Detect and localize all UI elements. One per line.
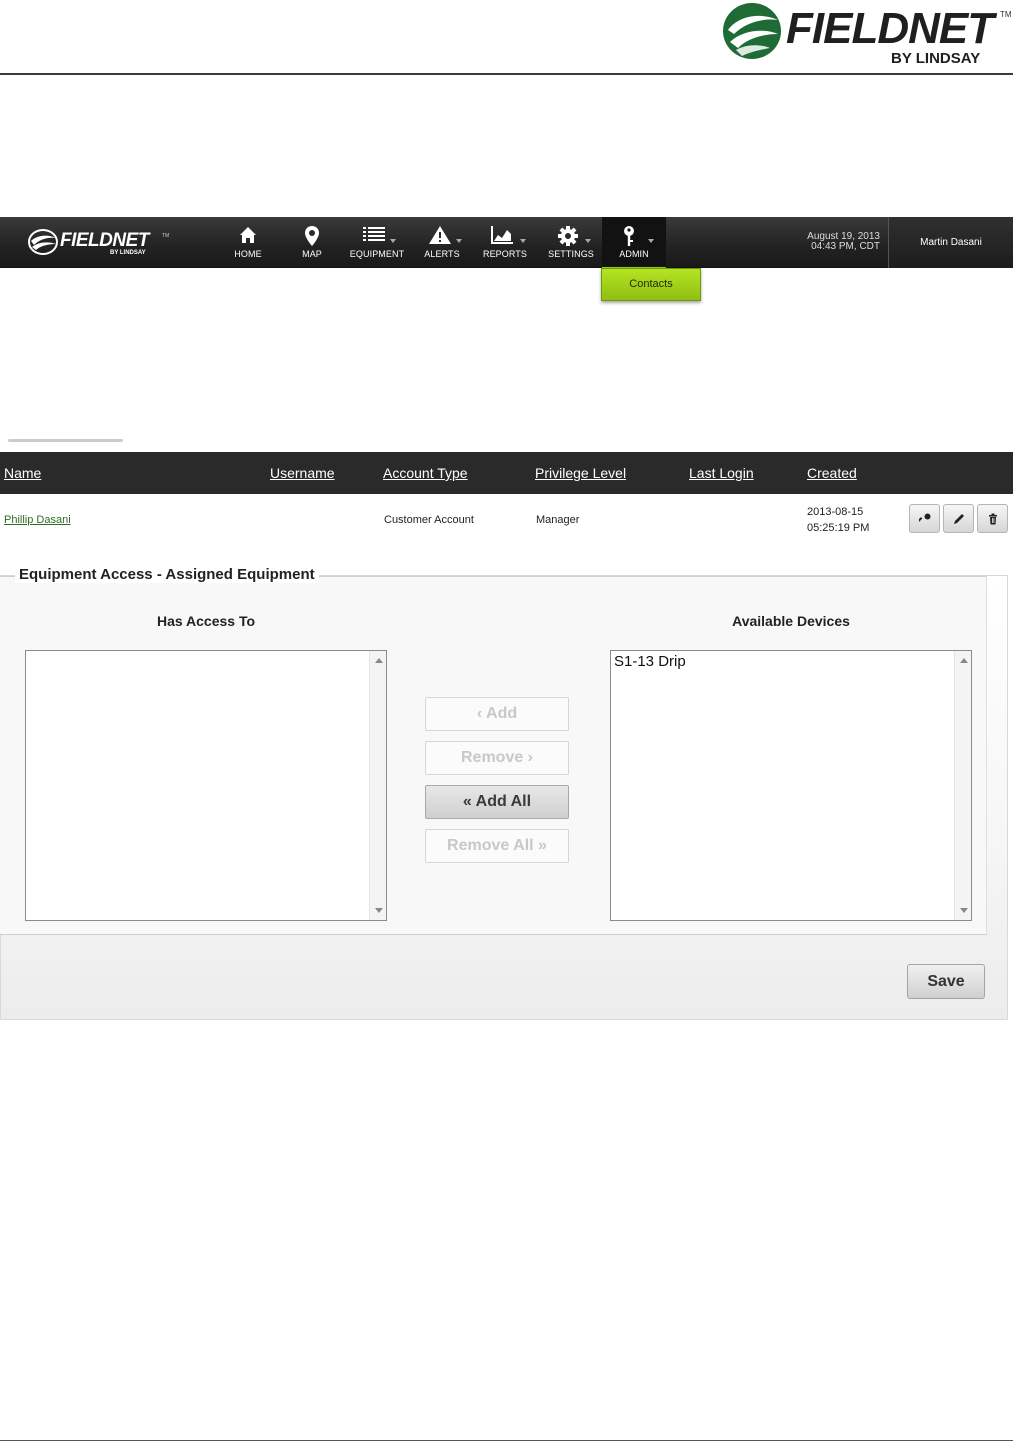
nav-map[interactable]: MAP bbox=[292, 217, 332, 268]
nav-settings-label: SETTINGS bbox=[548, 249, 594, 259]
chevron-down-icon bbox=[520, 239, 526, 243]
fieldnet-emblem-icon bbox=[723, 3, 781, 59]
column-header-privilege-level[interactable]: Privilege Level bbox=[535, 465, 626, 481]
warning-icon bbox=[429, 226, 451, 244]
remove-button[interactable]: Remove › bbox=[425, 741, 569, 775]
chart-icon bbox=[491, 226, 513, 244]
save-button[interactable]: Save bbox=[907, 964, 985, 999]
has-access-scrollbar[interactable] bbox=[369, 651, 386, 920]
delete-button[interactable] bbox=[977, 504, 1008, 533]
column-header-account-type[interactable]: Account Type bbox=[383, 465, 468, 481]
document-logo: FIELDNET TM BY LINDSAY bbox=[720, 0, 1012, 72]
scroll-up-icon[interactable] bbox=[960, 658, 968, 663]
has-access-list[interactable] bbox=[25, 650, 387, 921]
document-byline: BY LINDSAY bbox=[891, 50, 981, 67]
reset-password-button[interactable] bbox=[909, 504, 940, 533]
user-name-link[interactable]: Phillip Dasani bbox=[4, 514, 71, 526]
navbar-brand: FIELDNET bbox=[60, 230, 149, 251]
scroll-down-icon[interactable] bbox=[375, 908, 383, 913]
navbar-logo[interactable]: FIELDNET TM BY LINDSAY bbox=[28, 227, 178, 259]
table-row: Phillip Dasani Customer Account Manager … bbox=[0, 494, 1013, 546]
edit-button[interactable] bbox=[943, 504, 974, 533]
footer-rule bbox=[0, 1440, 1013, 1441]
map-pin-icon bbox=[305, 226, 319, 246]
horizontal-scroll-thumb[interactable] bbox=[8, 439, 123, 442]
user-created-date: 2013-08-15 bbox=[807, 506, 864, 518]
chevron-down-icon bbox=[456, 239, 462, 243]
nav-admin-label: ADMIN bbox=[619, 249, 649, 259]
chevron-down-icon bbox=[585, 239, 591, 243]
column-header-last-login[interactable]: Last Login bbox=[689, 465, 754, 481]
nav-map-label: MAP bbox=[302, 249, 322, 259]
nav-equipment-label: EQUIPMENT bbox=[349, 249, 405, 259]
document-trademark: TM bbox=[1000, 10, 1012, 19]
has-access-title: Has Access To bbox=[156, 613, 256, 629]
add-all-button[interactable]: « Add All bbox=[425, 785, 569, 819]
header-rule bbox=[0, 73, 1013, 75]
trash-icon bbox=[989, 513, 997, 525]
fieldnet-emblem-icon bbox=[28, 229, 58, 255]
home-icon bbox=[240, 227, 256, 243]
scroll-up-icon[interactable] bbox=[375, 658, 383, 663]
add-button[interactable]: ‹ Add bbox=[425, 697, 569, 731]
navbar-trademark: TM bbox=[162, 233, 170, 239]
scroll-down-icon[interactable] bbox=[960, 908, 968, 913]
available-devices-title: Available Devices bbox=[732, 613, 850, 629]
key-icon bbox=[624, 226, 634, 246]
nav-alerts[interactable]: ALERTS bbox=[420, 217, 464, 268]
column-header-name[interactable]: Name bbox=[4, 465, 41, 481]
user-created-time: 05:25:19 PM bbox=[807, 522, 870, 534]
nav-reports-label: REPORTS bbox=[482, 249, 528, 259]
navbar-byline: BY LINDSAY bbox=[110, 250, 146, 256]
admin-dropdown-menu: Contacts bbox=[601, 268, 701, 301]
document-brand: FIELDNET bbox=[786, 4, 994, 53]
nav-settings[interactable]: SETTINGS bbox=[545, 217, 597, 268]
nav-admin[interactable]: ADMIN bbox=[602, 217, 666, 270]
nav-home-label: HOME bbox=[234, 249, 262, 259]
remove-all-button[interactable]: Remove All » bbox=[425, 829, 569, 863]
nav-equipment[interactable]: EQUIPMENT bbox=[347, 217, 407, 268]
pencil-icon bbox=[954, 514, 964, 524]
nav-reports[interactable]: REPORTS bbox=[480, 217, 530, 268]
chevron-down-icon bbox=[648, 239, 654, 243]
list-icon bbox=[363, 227, 385, 241]
user-menu[interactable]: Martin Dasani bbox=[889, 217, 1013, 268]
column-header-username[interactable]: Username bbox=[270, 465, 335, 481]
key-icon bbox=[919, 513, 931, 524]
app-navbar: FIELDNET TM BY LINDSAY HOME MAP EQUIPMEN… bbox=[0, 217, 1013, 270]
available-devices-list[interactable]: S1-13 Drip bbox=[610, 650, 972, 921]
user-privilege-level: Manager bbox=[536, 514, 580, 526]
gear-icon bbox=[558, 226, 578, 246]
list-item[interactable]: S1-13 Drip bbox=[614, 653, 686, 670]
nav-alerts-label: ALERTS bbox=[424, 249, 460, 259]
column-header-created[interactable]: Created bbox=[807, 465, 857, 481]
menu-item-contacts[interactable]: Contacts bbox=[602, 269, 700, 300]
user-account-type: Customer Account bbox=[384, 514, 474, 526]
current-time: 04:43 PM, CDT bbox=[811, 241, 880, 252]
equipment-access-legend: Equipment Access - Assigned Equipment bbox=[15, 566, 319, 583]
available-devices-scrollbar[interactable] bbox=[954, 651, 971, 920]
current-datetime: August 19, 2013 04:43 PM, CDT bbox=[770, 232, 880, 252]
table-header: Name Username Account Type Privilege Lev… bbox=[0, 452, 1013, 494]
chevron-down-icon bbox=[390, 239, 396, 243]
nav-home[interactable]: HOME bbox=[226, 217, 270, 268]
